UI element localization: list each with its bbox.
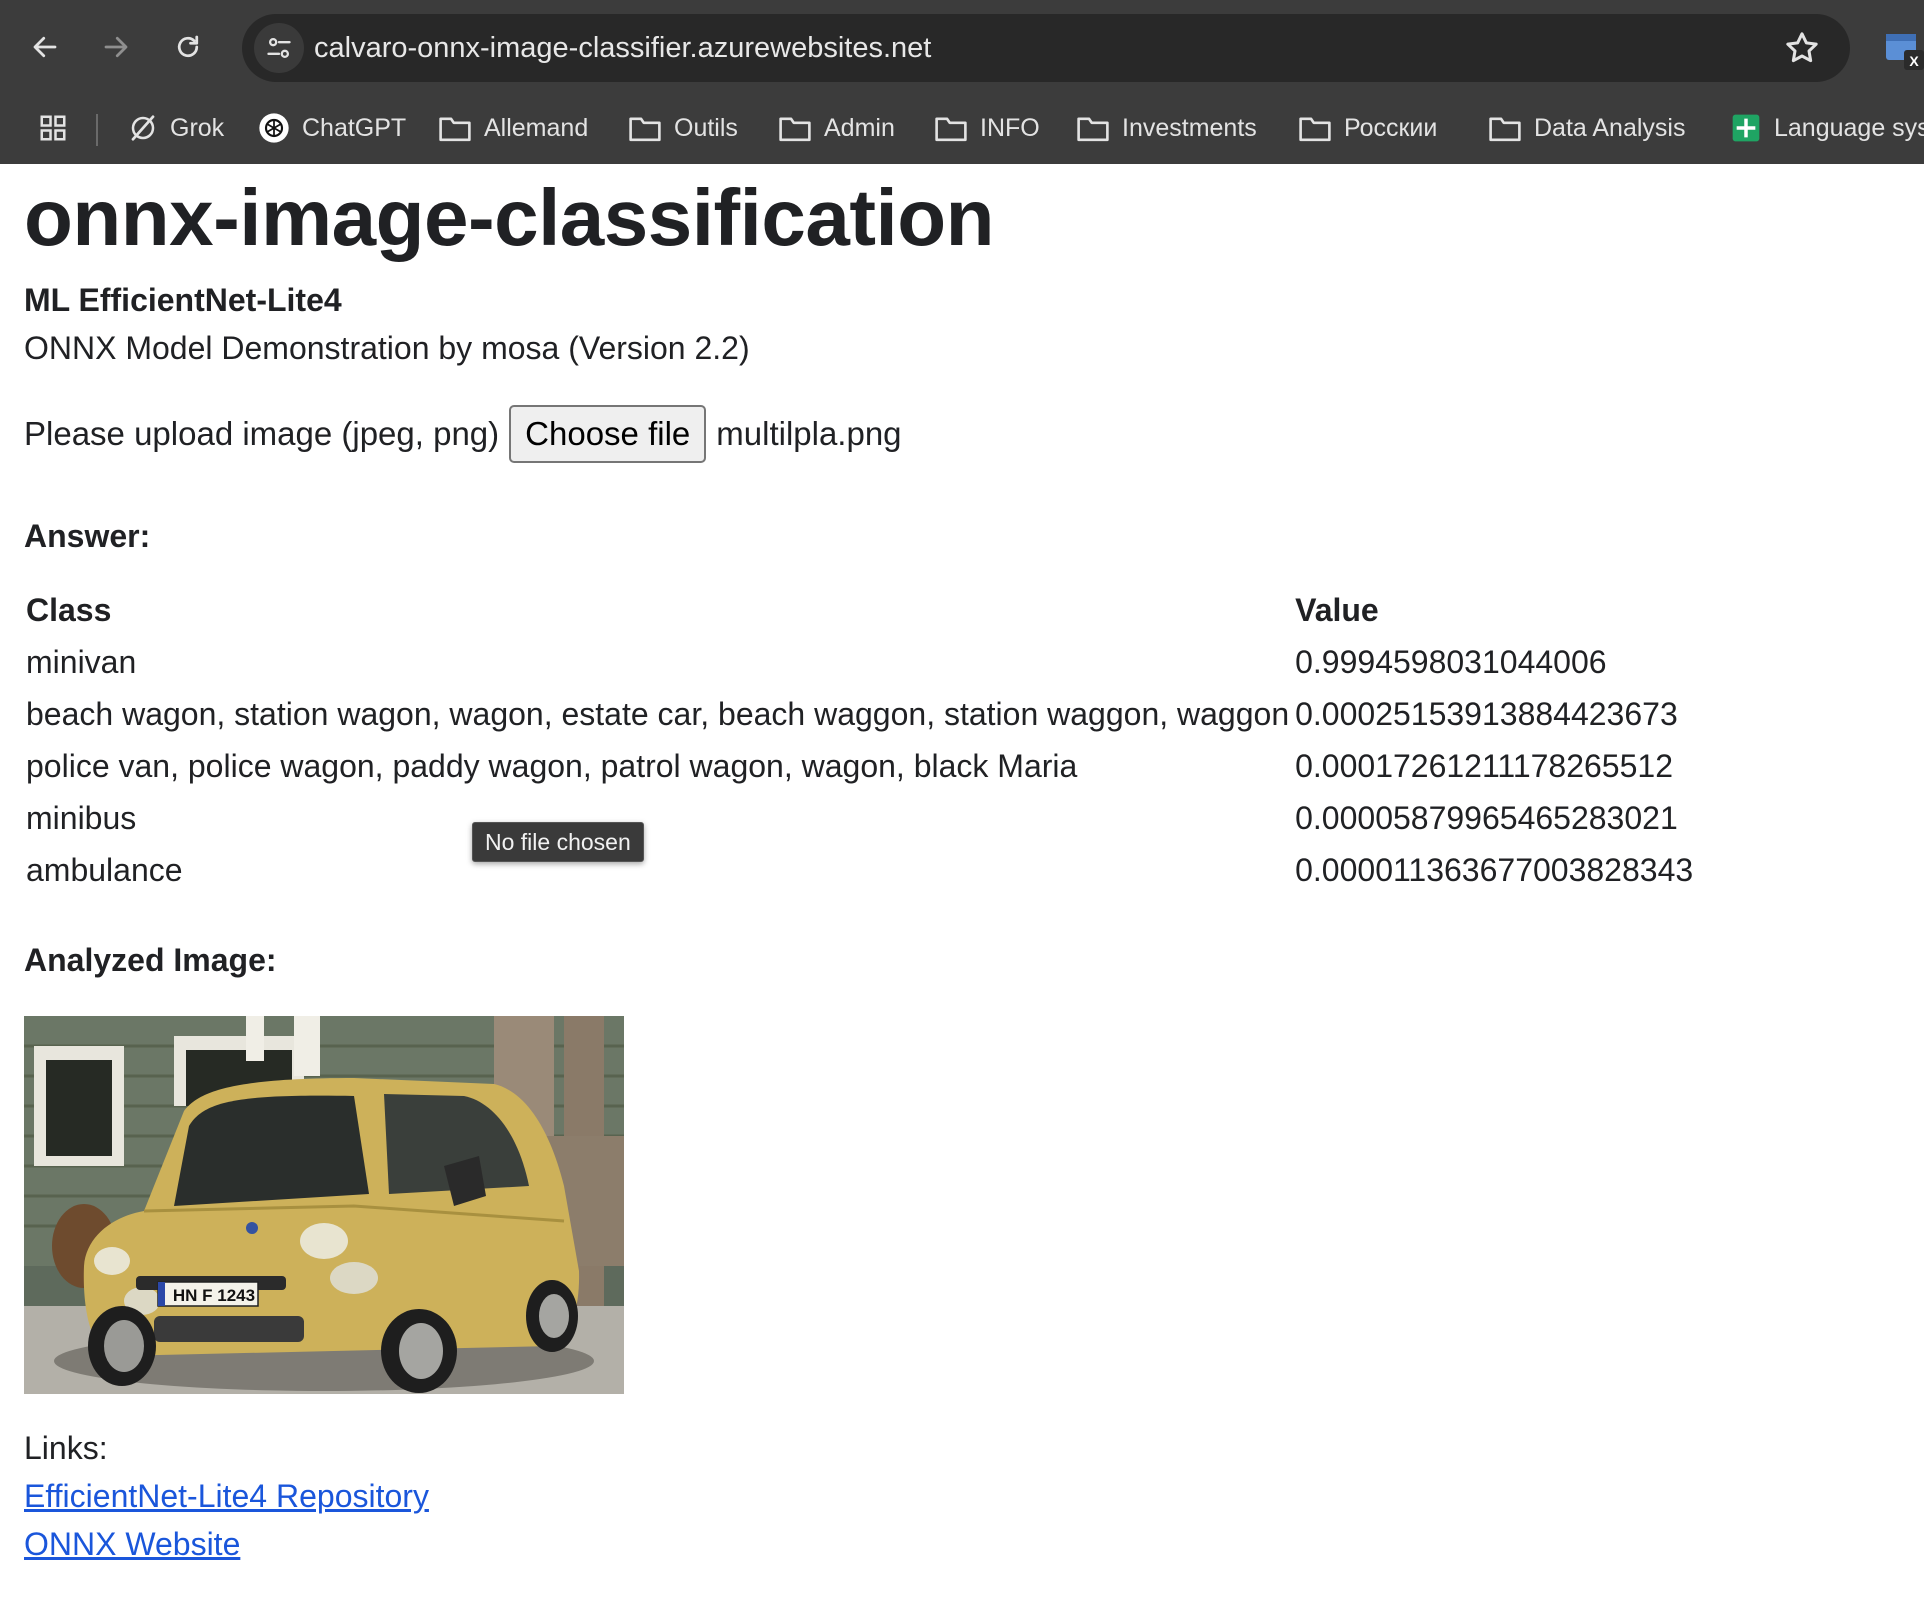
folder-icon: [629, 117, 661, 142]
arrow-right-icon: [104, 36, 128, 58]
back-button[interactable]: [20, 22, 70, 72]
file-input-tooltip: No file chosen: [472, 822, 644, 862]
page-subtitle: ONNX Model Demonstration by mosa (Versio…: [24, 330, 750, 366]
extension-icon[interactable]: X: [1884, 30, 1924, 70]
reload-icon: [177, 35, 199, 58]
results-table: Class Value minivan 0.9994598031044006 b…: [24, 584, 1697, 896]
folder-icon: [935, 117, 967, 142]
bookmark-folder-allemand[interactable]: Allemand: [438, 108, 588, 148]
value-cell: 0.00017261211178265512: [1295, 747, 1673, 784]
bookmark-label: Outils: [674, 113, 738, 142]
address-bar[interactable]: calvaro-onnx-image-classifier.azurewebsi…: [242, 14, 1850, 82]
folder-icon: [1299, 117, 1331, 142]
bookmark-label: Language sys: [1774, 113, 1924, 142]
value-column-header: Value: [1295, 591, 1379, 628]
table-row: beach wagon, station wagon, wagon, estat…: [24, 688, 1697, 740]
bookmark-label: Allemand: [484, 113, 589, 142]
onnx-website-link[interactable]: ONNX Website: [24, 1526, 240, 1563]
bookmark-folder-investments[interactable]: Investments: [1076, 108, 1257, 148]
folder-icon: [1489, 117, 1521, 142]
url-text[interactable]: calvaro-onnx-image-classifier.azurewebsi…: [314, 32, 931, 65]
forward-button[interactable]: [91, 22, 141, 72]
class-column-header: Class: [26, 591, 112, 628]
answer-heading: Answer:: [24, 518, 151, 554]
class-cell: minivan: [26, 643, 137, 680]
selected-file-name: multilpla.png: [716, 415, 902, 452]
reload-button[interactable]: [163, 22, 213, 72]
bookmark-label: Росскии: [1344, 113, 1438, 142]
upload-label: Please upload image (jpeg, png): [24, 415, 500, 452]
value-cell: 0.00005879965465283021: [1295, 799, 1678, 836]
folder-icon: [1077, 117, 1109, 142]
bookmark-folder-russian[interactable]: Росскии: [1298, 108, 1437, 148]
site-info-button[interactable]: [254, 23, 304, 73]
class-cell: beach wagon, station wagon, wagon, estat…: [26, 695, 1290, 732]
bookmark-folder-admin[interactable]: Admin: [778, 108, 895, 148]
apps-grid-icon: [40, 115, 66, 141]
value-cell: 0.00025153913884423673: [1295, 695, 1678, 732]
bookmark-label: ChatGPT: [302, 113, 407, 142]
table-row: police van, police wagon, paddy wagon, p…: [24, 740, 1697, 792]
page-content: onnx-image-classification ML EfficientNe…: [0, 164, 1924, 1600]
links-label: Links:: [24, 1430, 108, 1466]
table-header-row: Class Value: [24, 584, 1697, 636]
class-cell: police van, police wagon, paddy wagon, p…: [26, 747, 1078, 784]
analyzed-car-image: HN F 1243: [24, 1016, 624, 1394]
choose-file-button[interactable]: Choose file: [509, 405, 707, 463]
upload-row: Please upload image (jpeg, png) Choose f…: [24, 404, 902, 464]
svg-text:X: X: [1909, 53, 1919, 69]
bookmark-label: Grok: [170, 113, 225, 142]
grok-icon: [131, 115, 155, 141]
bookmarks-separator: [96, 114, 98, 146]
table-row: minivan 0.9994598031044006: [24, 636, 1697, 688]
class-cell: ambulance: [26, 851, 183, 888]
bookmark-label: Data Analysis: [1534, 113, 1686, 142]
bookmark-star-icon[interactable]: [1782, 28, 1822, 68]
folder-icon: [779, 117, 811, 142]
bookmarks-bar: Grok ChatGPT Allemand Outils Admin INFO …: [0, 102, 1924, 154]
bookmark-folder-outils[interactable]: Outils: [628, 108, 738, 148]
license-plate-text: HN F 1243: [173, 1286, 255, 1305]
sheets-icon: [1732, 114, 1760, 142]
page-title: onnx-image-classification: [24, 173, 994, 262]
tune-icon: [267, 37, 291, 59]
class-cell: minibus: [26, 799, 137, 836]
value-cell: 0.000011363677003828343: [1295, 851, 1694, 888]
efficientnet-repository-link[interactable]: EfficientNet-Lite4 Repository: [24, 1478, 429, 1515]
model-name: ML EfficientNet-Lite4: [24, 282, 342, 318]
bookmark-grok[interactable]: Grok: [128, 108, 224, 148]
arrow-left-icon: [33, 36, 57, 58]
table-row: minibus 0.00005879965465283021: [24, 792, 1697, 844]
bookmark-label: Admin: [824, 113, 895, 142]
apps-button[interactable]: [38, 108, 68, 148]
bookmark-label: INFO: [980, 113, 1040, 142]
bookmark-label: Investments: [1122, 113, 1257, 142]
bookmark-folder-info[interactable]: INFO: [934, 108, 1040, 148]
table-row: ambulance 0.000011363677003828343: [24, 844, 1697, 896]
bookmark-chatgpt[interactable]: ChatGPT: [258, 108, 406, 148]
bookmark-folder-data-analysis[interactable]: Data Analysis: [1488, 108, 1685, 148]
chatgpt-icon: [259, 113, 289, 143]
browser-toolbar: calvaro-onnx-image-classifier.azurewebsi…: [0, 0, 1924, 96]
browser-chrome: calvaro-onnx-image-classifier.azurewebsi…: [0, 0, 1924, 164]
bookmark-language-sys[interactable]: Language sys: [1730, 108, 1924, 148]
value-cell: 0.9994598031044006: [1295, 643, 1607, 680]
analyzed-image-heading: Analyzed Image:: [24, 942, 277, 978]
folder-icon: [439, 117, 471, 142]
